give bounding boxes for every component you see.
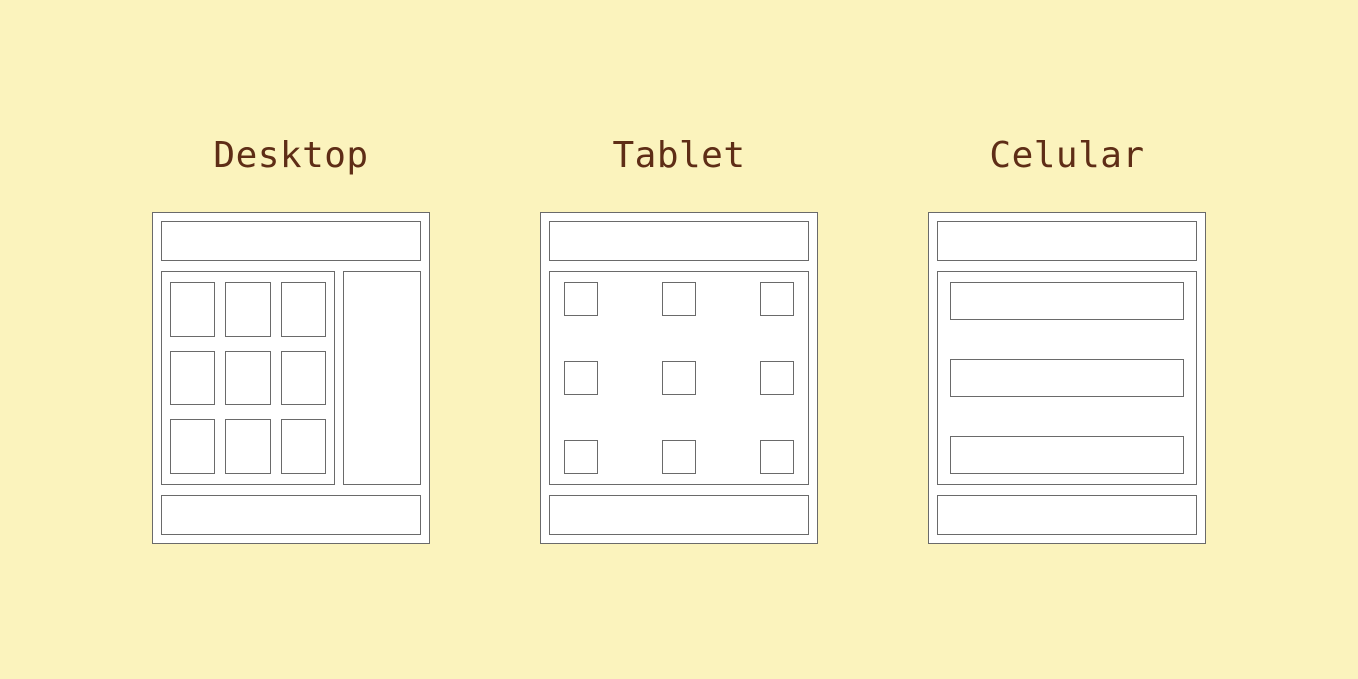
grid-cell bbox=[170, 419, 215, 474]
wireframe-footer bbox=[549, 495, 809, 535]
wireframe-footer bbox=[937, 495, 1197, 535]
grid-cell bbox=[662, 361, 696, 395]
device-desktop: Desktop bbox=[152, 135, 430, 544]
list-item bbox=[950, 282, 1184, 320]
grid-cell bbox=[564, 440, 598, 474]
grid-cell bbox=[564, 361, 598, 395]
grid-cell bbox=[281, 282, 326, 337]
wireframe-header bbox=[937, 221, 1197, 261]
content-list bbox=[937, 271, 1197, 485]
wireframe-body bbox=[549, 271, 809, 485]
wireframe-desktop bbox=[152, 212, 430, 544]
wireframe-tablet bbox=[540, 212, 818, 544]
grid-cell bbox=[662, 440, 696, 474]
wireframe-footer bbox=[161, 495, 421, 535]
content-grid bbox=[161, 271, 335, 485]
grid-cell bbox=[225, 282, 270, 337]
content-grid bbox=[549, 271, 809, 485]
device-label-tablet: Tablet bbox=[612, 135, 745, 176]
grid-cell bbox=[760, 361, 794, 395]
device-label-desktop: Desktop bbox=[213, 135, 368, 176]
wireframe-body bbox=[161, 271, 421, 485]
device-celular: Celular bbox=[928, 135, 1206, 544]
wireframe-celular bbox=[928, 212, 1206, 544]
device-tablet: Tablet bbox=[540, 135, 818, 544]
grid-cell bbox=[281, 419, 326, 474]
grid-cell bbox=[225, 419, 270, 474]
list-item bbox=[950, 359, 1184, 397]
list-item bbox=[950, 436, 1184, 474]
grid-cell bbox=[281, 351, 326, 406]
wireframe-header bbox=[161, 221, 421, 261]
wireframe-body bbox=[937, 271, 1197, 485]
grid-cell bbox=[170, 351, 215, 406]
grid-cell bbox=[564, 282, 598, 316]
sidebar-panel bbox=[343, 271, 421, 485]
grid-cell bbox=[760, 282, 794, 316]
grid-cell bbox=[662, 282, 696, 316]
grid-cell bbox=[170, 282, 215, 337]
grid-cell bbox=[225, 351, 270, 406]
grid-cell bbox=[760, 440, 794, 474]
device-label-celular: Celular bbox=[989, 135, 1144, 176]
wireframe-header bbox=[549, 221, 809, 261]
